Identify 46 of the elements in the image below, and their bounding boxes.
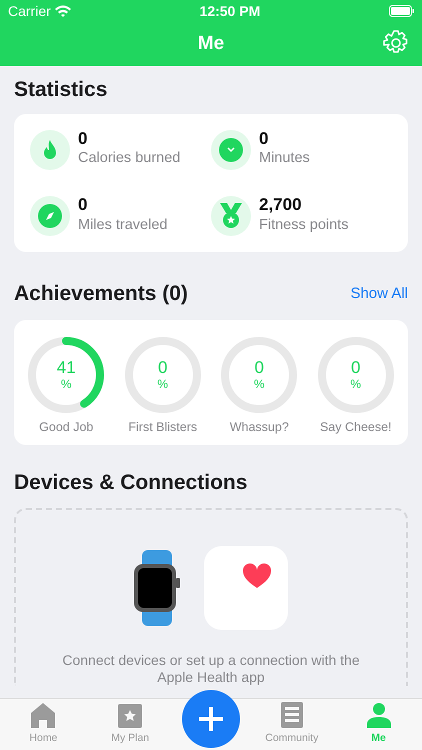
achievement-label[interactable]: Say Cheese! (320, 418, 392, 437)
tab-item[interactable]: My Plan (86, 699, 174, 750)
show-all-link[interactable]: Show All (350, 282, 408, 306)
stat-value: 0 (78, 130, 88, 148)
percent-sign: % (350, 378, 362, 390)
document-icon (280, 702, 303, 728)
stat-label: Fitness points (259, 216, 348, 235)
carrier-label: Carrier (8, 2, 51, 20)
stat-label: Calories burned (78, 149, 180, 168)
battery-icon (388, 5, 414, 17)
devices-panel[interactable]: Connect devices or set up a connection with the Apple Health app (14, 508, 408, 686)
achievement-label[interactable]: Whassup? (230, 418, 289, 437)
section-title: Achievements (0) (14, 281, 188, 308)
percent-sign: % (254, 378, 265, 390)
screen-title: Me (198, 32, 224, 56)
progress-value: 41 (56, 359, 76, 376)
achievement-label[interactable]: First Blisters (128, 418, 198, 437)
section-title: Devices & Connections (14, 470, 248, 496)
tab-item[interactable]: Me (335, 699, 422, 750)
star-badge-icon (118, 704, 142, 728)
section-title: Statistics (14, 77, 108, 103)
medal-icon (220, 203, 242, 230)
tab-item[interactable]: Home (0, 699, 87, 750)
home-icon (30, 702, 56, 728)
progress-value: 0 (158, 359, 168, 376)
flame-icon (42, 140, 58, 160)
tab-item[interactable]: Community (248, 699, 336, 750)
progress-value: 0 (351, 359, 360, 376)
stat-value: 0 (259, 130, 270, 148)
percent-sign: % (157, 378, 168, 390)
stat-value: 0 (78, 196, 88, 215)
achievement-label[interactable]: Good Job (39, 418, 94, 437)
stat-label: Minutes (259, 149, 310, 168)
health-app-icon (204, 546, 288, 630)
wifi-icon (54, 5, 71, 17)
stat-value: 2,700 (259, 196, 303, 215)
percent-sign: % (60, 378, 72, 390)
smartwatch-icon (134, 550, 180, 626)
stat-label: Miles traveled (78, 216, 168, 235)
person-icon (366, 702, 392, 728)
clock-icon (219, 138, 243, 162)
plus-icon (199, 707, 223, 731)
status-time: 12:50 PM (200, 2, 260, 20)
devices-description: Connect devices or set up a connection with the Apple Health app (61, 652, 361, 686)
progress-value: 0 (254, 359, 264, 376)
compass-icon (38, 204, 62, 228)
